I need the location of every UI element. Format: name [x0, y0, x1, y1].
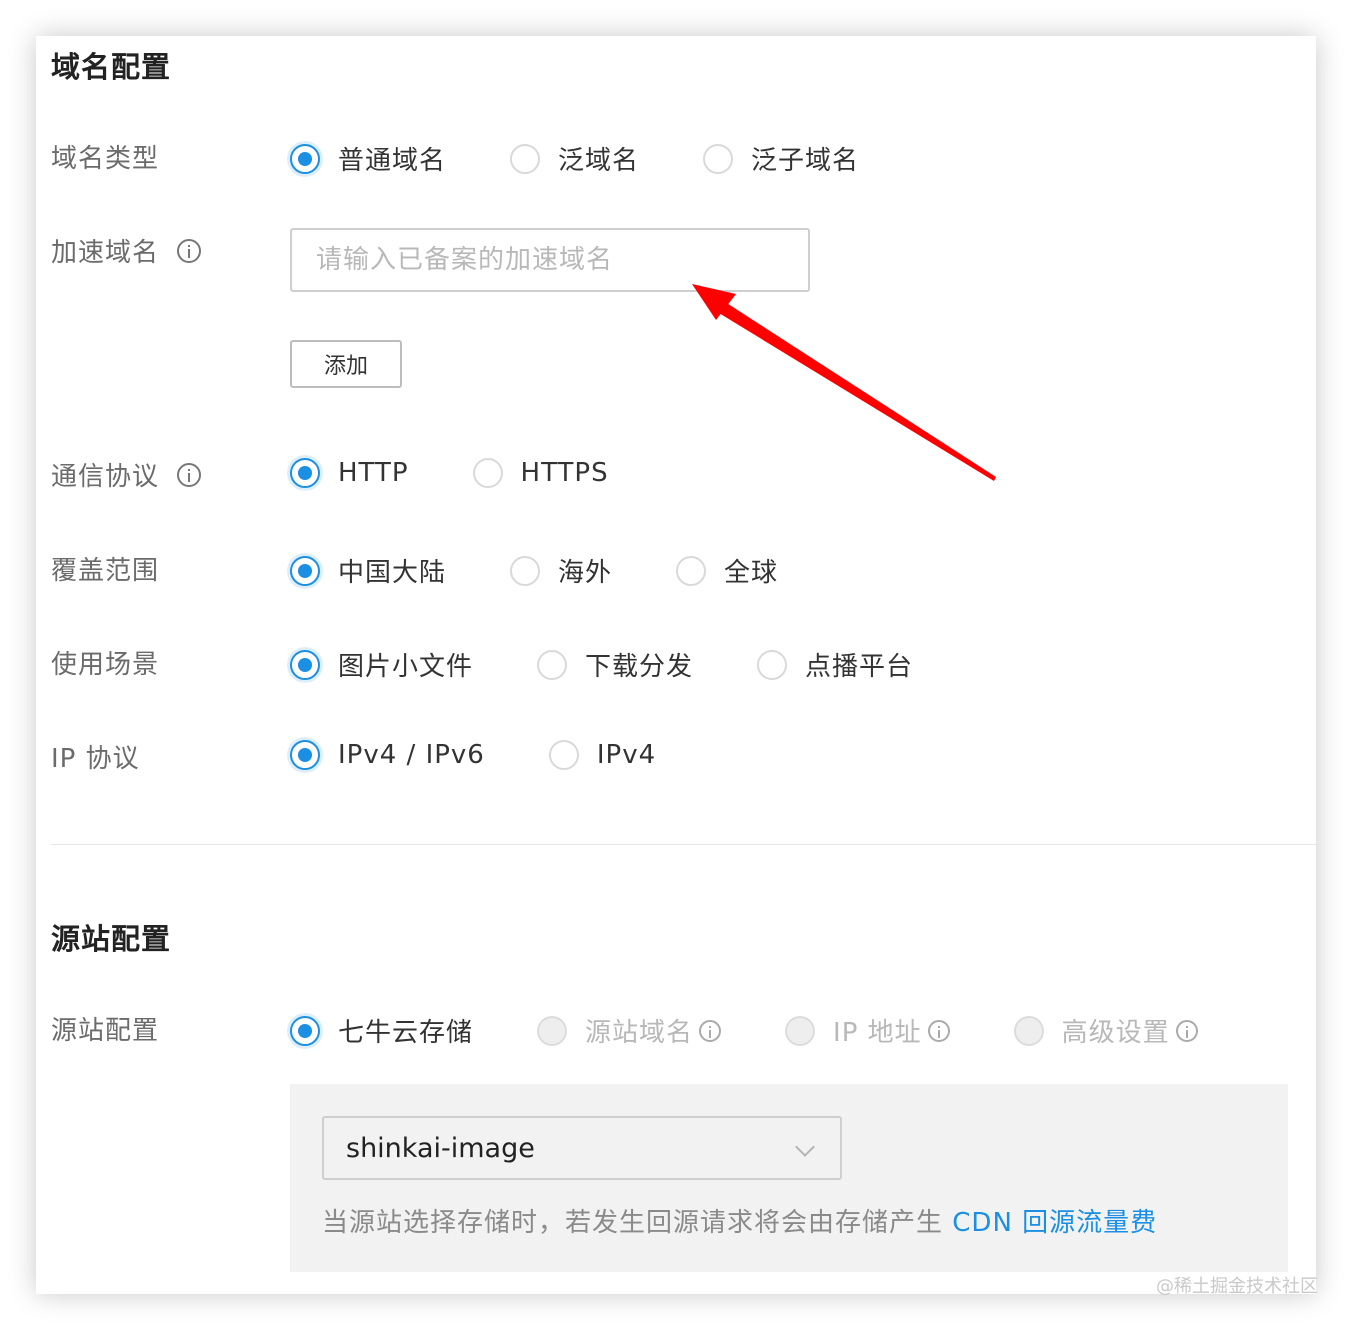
- info-icon[interactable]: [1175, 1019, 1198, 1042]
- radio-label: 七牛云存储: [338, 1018, 474, 1048]
- radio-label: 源站域名: [585, 1018, 694, 1048]
- radio-mainland-china[interactable]: 中国大陆: [290, 552, 446, 589]
- accel-domain-input[interactable]: [290, 228, 810, 292]
- radio-label: 图片小文件: [338, 652, 474, 682]
- domain-type-label: 域名类型: [51, 138, 159, 175]
- chevron-down-icon: [795, 1137, 815, 1157]
- protocol-label-text: 通信协议: [51, 462, 160, 492]
- radio-advanced-settings[interactable]: 高级设置: [1013, 1012, 1198, 1049]
- radio-label: 全球: [724, 558, 779, 588]
- coverage-radio-group: 中国大陆 海外 全球: [290, 552, 778, 589]
- section-divider: [51, 844, 1316, 845]
- scenario-label: 使用场景: [51, 644, 159, 681]
- radio-dot[interactable]: [472, 458, 503, 488]
- radio-label: 海外: [558, 558, 613, 588]
- bucket-select[interactable]: shinkai-image: [322, 1116, 842, 1180]
- info-icon[interactable]: [927, 1019, 950, 1042]
- radio-dot[interactable]: [290, 458, 320, 488]
- bucket-select-value: shinkai-image: [346, 1132, 535, 1164]
- radio-global[interactable]: 全球: [676, 552, 778, 589]
- radio-overseas[interactable]: 海外: [510, 552, 612, 589]
- radio-dot[interactable]: [290, 555, 320, 586]
- coverage-label-text: 覆盖范围: [51, 556, 160, 586]
- watermark: @稀土掘金技术社区: [1156, 1276, 1318, 1297]
- radio-dot[interactable]: [703, 143, 734, 174]
- info-icon[interactable]: [177, 462, 202, 487]
- radio-label: IPv4: [596, 740, 657, 770]
- radio-dot[interactable]: [290, 649, 320, 680]
- radio-small-files[interactable]: 图片小文件: [290, 646, 473, 683]
- protocol-radio-group: HTTP HTTPS: [290, 458, 609, 488]
- domain-type-radio-group: 普通域名 泛域名 泛子域名: [290, 140, 859, 177]
- scenario-radio-group: 图片小文件 下载分发 点播平台: [290, 646, 913, 683]
- radio-wildcard-domain[interactable]: 泛域名: [510, 140, 639, 177]
- radio-download[interactable]: 下载分发: [537, 646, 693, 683]
- radio-label: HTTPS: [520, 458, 609, 488]
- config-card: 域名配置 域名类型 普通域名 泛域名 泛子域名 加速域名 添加 通信协议 HTT…: [36, 36, 1316, 1294]
- ip-protocol-label: IP 协议: [51, 738, 140, 775]
- radio-dot[interactable]: [290, 143, 320, 174]
- radio-label: 中国大陆: [338, 558, 447, 588]
- radio-dot[interactable]: [510, 555, 541, 586]
- radio-label: 泛域名: [558, 146, 640, 176]
- origin-fee-note: 当源站选择存储时，若发生回源请求将会由存储产生 CDN 回源流量费: [322, 1202, 1157, 1239]
- origin-label: 源站配置: [51, 1010, 159, 1047]
- origin-storage-panel: shinkai-image 当源站选择存储时，若发生回源请求将会由存储产生 CD…: [290, 1084, 1288, 1272]
- accel-domain-label: 加速域名: [51, 232, 202, 269]
- radio-label: 普通域名: [338, 146, 447, 176]
- radio-ipv4[interactable]: IPv4: [548, 740, 657, 770]
- ip-protocol-label-text: IP 协议: [51, 744, 140, 774]
- origin-radio-group: 七牛云存储 源站域名 IP 地址 高级设置: [290, 1012, 1198, 1049]
- coverage-label: 覆盖范围: [51, 550, 159, 587]
- domain-type-label-text: 域名类型: [51, 144, 160, 174]
- origin-config-title: 源站配置: [51, 922, 172, 956]
- cdn-fee-link[interactable]: CDN 回源流量费: [952, 1208, 1157, 1238]
- radio-label: IPv4 / IPv6: [338, 740, 485, 770]
- radio-http[interactable]: HTTP: [290, 458, 409, 488]
- ip-protocol-radio-group: IPv4 / IPv6 IPv4: [290, 740, 656, 770]
- radio-dot[interactable]: [537, 649, 568, 680]
- radio-https[interactable]: HTTPS: [472, 458, 609, 488]
- info-icon[interactable]: [699, 1019, 722, 1042]
- radio-ipv4-ipv6[interactable]: IPv4 / IPv6: [290, 740, 485, 770]
- radio-label: 点播平台: [805, 652, 914, 682]
- radio-dot[interactable]: [1013, 1015, 1044, 1046]
- radio-normal-domain[interactable]: 普通域名: [290, 140, 446, 177]
- info-icon[interactable]: [177, 238, 202, 263]
- radio-label: IP 地址: [833, 1018, 922, 1048]
- radio-wildcard-subdomain[interactable]: 泛子域名: [703, 140, 859, 177]
- radio-dot[interactable]: [676, 555, 707, 586]
- radio-origin-domain[interactable]: 源站域名: [537, 1012, 722, 1049]
- radio-dot[interactable]: [548, 740, 579, 770]
- radio-vod[interactable]: 点播平台: [757, 646, 913, 683]
- origin-label-text: 源站配置: [51, 1016, 160, 1046]
- radio-ip-address[interactable]: IP 地址: [785, 1012, 950, 1049]
- radio-dot[interactable]: [290, 740, 320, 770]
- accel-domain-label-text: 加速域名: [51, 238, 160, 268]
- radio-dot[interactable]: [757, 649, 788, 680]
- radio-dot[interactable]: [785, 1015, 816, 1046]
- scenario-label-text: 使用场景: [51, 650, 160, 680]
- radio-label: 下载分发: [585, 652, 694, 682]
- protocol-label: 通信协议: [51, 456, 202, 493]
- radio-label: 高级设置: [1061, 1018, 1170, 1048]
- radio-qiniu-storage[interactable]: 七牛云存储: [290, 1012, 473, 1049]
- radio-dot[interactable]: [537, 1015, 568, 1046]
- domain-config-title: 域名配置: [51, 50, 172, 84]
- radio-dot[interactable]: [290, 1015, 320, 1046]
- origin-fee-note-text: 当源站选择存储时，若发生回源请求将会由存储产生: [322, 1208, 953, 1238]
- radio-label: 泛子域名: [751, 146, 860, 176]
- radio-label: HTTP: [338, 458, 409, 488]
- add-button[interactable]: 添加: [290, 340, 402, 388]
- radio-dot[interactable]: [510, 143, 541, 174]
